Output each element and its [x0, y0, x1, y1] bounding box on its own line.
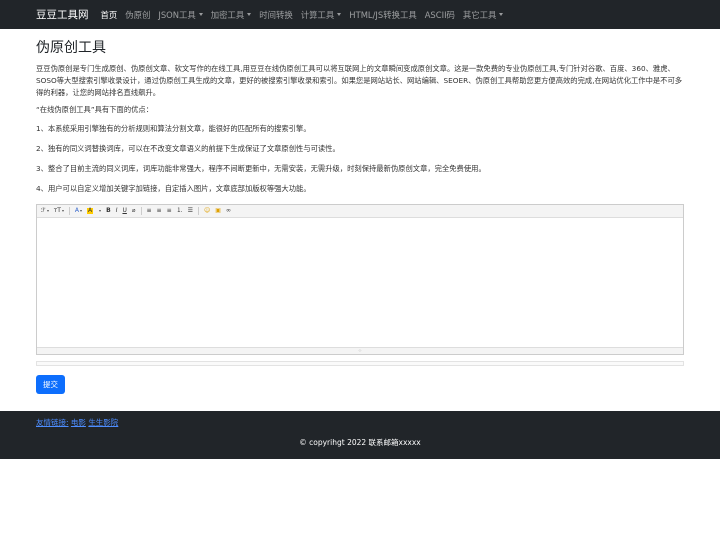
- nav-encrypt-tools-label: 加密工具: [210, 9, 245, 20]
- nav-encrypt-tools[interactable]: 加密工具: [211, 9, 252, 21]
- ordered-list-button[interactable]: ⒈: [177, 208, 183, 214]
- nav-json-tools[interactable]: JSON工具: [158, 9, 203, 21]
- submit-button[interactable]: 提交: [36, 375, 65, 394]
- brand-logo[interactable]: 豆豆工具网: [36, 7, 89, 22]
- chevron-down-icon: [198, 13, 203, 16]
- bold-icon: B: [106, 207, 111, 214]
- emoji-button[interactable]: ☺: [204, 208, 210, 214]
- insert-link-button[interactable]: ∞: [226, 208, 231, 214]
- chevron-down-icon: [46, 210, 49, 212]
- chevron-down-icon: [499, 13, 504, 16]
- highlight-button[interactable]: A: [87, 207, 102, 214]
- align-center-button[interactable]: ≡: [157, 208, 162, 214]
- nav-home[interactable]: 首页: [101, 9, 118, 21]
- align-left-button[interactable]: ≡: [147, 208, 152, 214]
- feature-item: 3、整合了目前主流的同义词库，词库功能非常强大，程序不间断更新中，无需安装，无需…: [36, 164, 486, 173]
- nav-pseudo-original[interactable]: 伪原创: [125, 9, 150, 21]
- nav-time-convert-label: 时间转换: [259, 9, 293, 20]
- chevron-down-icon: [247, 13, 252, 16]
- advantages-heading: “在线伪原创工具”具有下面的优点：: [36, 105, 154, 114]
- nav-calc-tools[interactable]: 计算工具: [301, 9, 342, 21]
- image-icon: ▣: [215, 207, 221, 214]
- unordered-list-button[interactable]: ☰: [188, 208, 193, 214]
- nav-html-js-convert-label: HTML/JS转换工具: [349, 9, 417, 20]
- font-color-button[interactable]: A: [75, 208, 82, 214]
- editor-toolbar: ℱ ᴛT A A B I U ⌀ ≡ ≡ ≡ ⒈ ☰ ☺ ▣ ∞: [37, 205, 683, 218]
- toolbar-divider: [198, 207, 199, 215]
- clear-format-icon: ⌀: [131, 207, 136, 214]
- nav-other-tools-label: 其它工具: [462, 9, 497, 20]
- insert-image-button[interactable]: ▣: [215, 208, 221, 214]
- friend-link-cinema[interactable]: 生生影院: [88, 418, 118, 427]
- top-navbar: 豆豆工具网 首页 伪原创 JSON工具 加密工具 时间转换 计算工具 HTML/…: [0, 0, 720, 29]
- nav-time-convert[interactable]: 时间转换: [259, 9, 293, 21]
- toolbar-divider: [68, 207, 70, 215]
- nav-calc-tools-label: 计算工具: [300, 9, 335, 20]
- rich-text-editor: ℱ ᴛT A A B I U ⌀ ≡ ≡ ≡ ⒈ ☰ ☺ ▣ ∞ ⁘: [36, 204, 684, 355]
- unordered-list-icon: ☰: [187, 207, 193, 214]
- resize-grip-icon: ⁘: [357, 347, 363, 354]
- nav-ascii[interactable]: ASCII码: [425, 9, 455, 21]
- font-family-button[interactable]: ℱ: [41, 208, 49, 214]
- feature-item: 2、独有的同义词替换词库，可以在不改变文章语义的前提下生成保证了文章原创性与可读…: [36, 144, 340, 153]
- chevron-down-icon: [99, 210, 102, 212]
- chevron-down-icon: [80, 210, 82, 212]
- friend-links: 友情链接: 电影 生生影院: [36, 417, 118, 428]
- align-right-button[interactable]: ≡: [167, 208, 172, 214]
- align-right-icon: ≡: [166, 207, 172, 214]
- font-size-icon: ᴛT: [53, 207, 61, 214]
- nav-ascii-label: ASCII码: [424, 9, 455, 20]
- toolbar-divider: [140, 207, 142, 215]
- nav-html-js-convert[interactable]: HTML/JS转换工具: [349, 9, 416, 21]
- highlight-icon: A: [87, 207, 94, 214]
- output-area[interactable]: [36, 361, 684, 366]
- align-center-icon: ≡: [156, 207, 162, 214]
- italic-button[interactable]: I: [116, 208, 118, 214]
- emoji-icon: ☺: [204, 207, 211, 214]
- underline-button[interactable]: U: [122, 208, 126, 214]
- nav-json-tools-label: JSON工具: [158, 9, 196, 20]
- feature-item: 1、本系统采用引擎独有的分析规则和算法分割文章，能很好的匹配所有的搜索引擎。: [36, 124, 311, 133]
- align-left-icon: ≡: [146, 207, 152, 214]
- bold-button[interactable]: B: [106, 208, 111, 214]
- intro-paragraph: 豆豆伪原创是专门生成原创、伪原创文章、软文写作的在线工具,用豆豆在线伪原创工具可…: [36, 64, 683, 97]
- editor-resize-handle[interactable]: ⁘: [37, 347, 683, 354]
- font-size-button[interactable]: ᴛT: [54, 208, 64, 214]
- link-icon: ∞: [225, 207, 231, 214]
- editor-text-area[interactable]: [37, 218, 683, 347]
- friend-link-movie[interactable]: 电影: [71, 418, 86, 427]
- nav-other-tools[interactable]: 其它工具: [463, 9, 504, 21]
- font-color-icon: A: [74, 207, 79, 214]
- friend-links-label[interactable]: 友情链接:: [36, 418, 69, 427]
- nav-home-label: 首页: [100, 9, 118, 20]
- underline-icon: U: [122, 207, 127, 214]
- ordered-list-icon: ⒈: [176, 207, 183, 214]
- clear-format-button[interactable]: ⌀: [132, 208, 136, 214]
- main-content: 伪原创工具 豆豆伪原创是专门生成原创、伪原创文章、软文写作的在线工具,用豆豆在线…: [0, 38, 720, 394]
- font-family-icon: ℱ: [41, 207, 46, 214]
- page-title: 伪原创工具: [36, 40, 106, 56]
- page-footer: 友情链接: 电影 生生影院 © copyrihgt 2022 联系邮箱xxxxx: [0, 411, 720, 459]
- italic-icon: I: [115, 207, 118, 214]
- feature-item: 4、用户可以自定义增加关键字加链接，自定插入图片，文章底部加版权等强大功能。: [36, 184, 311, 193]
- chevron-down-icon: [337, 13, 342, 16]
- nav-pseudo-original-label: 伪原创: [125, 9, 151, 20]
- chevron-down-icon: [61, 210, 64, 212]
- copyright-text: © copyrihgt 2022 联系邮箱xxxxx: [299, 438, 421, 447]
